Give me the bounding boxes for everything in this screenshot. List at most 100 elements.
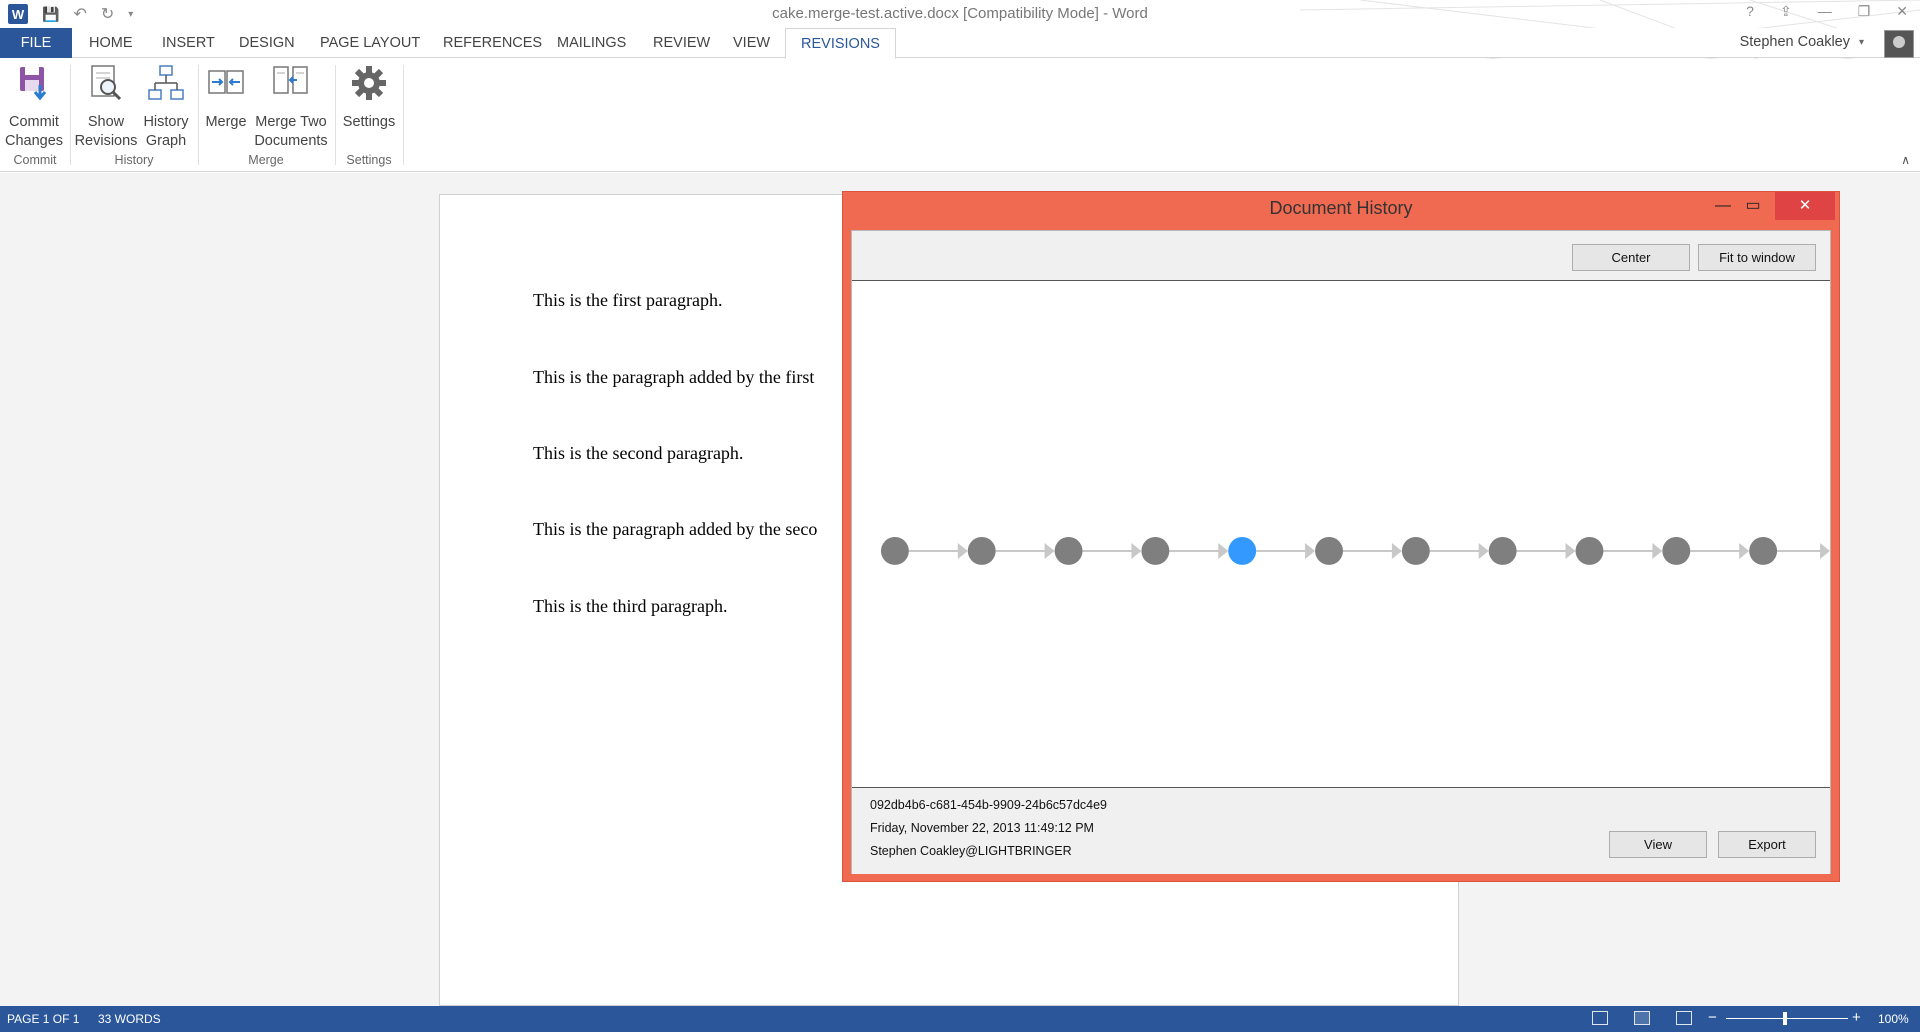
tab-insert[interactable]: INSERT [147,28,230,58]
dialog-footer: 092db4b6-c681-454b-9909-24b6c57dc4e9 Fri… [852,787,1830,874]
history-graph-label-2: Graph [145,133,187,149]
history-edge-arrow [1652,542,1663,559]
history-edge-arrow [1391,542,1402,559]
merge-documents-icon [273,66,308,94]
dialog-title: Document History [1269,198,1413,218]
center-button[interactable]: Center [1572,244,1690,271]
history-node[interactable] [1575,536,1604,565]
status-bar: PAGE 1 OF 1 33 WORDS − + 100% [0,1006,1920,1032]
history-edge-arrow [957,542,968,559]
history-node[interactable] [1662,536,1691,565]
document-paragraph[interactable]: This is the paragraph added by the seco [533,519,817,540]
history-node[interactable] [1141,536,1170,565]
history-edge-arrow [1044,542,1055,559]
zoom-slider-thumb[interactable] [1783,1012,1787,1025]
revision-date: Friday, November 22, 2013 11:49:12 PM [870,821,1094,835]
zoom-slider-track[interactable] [1726,1018,1848,1019]
group-label-merge: Merge [248,153,284,167]
collapse-ribbon-icon[interactable]: ∧ [1901,153,1910,167]
ribbon-display-icon[interactable]: ⇪ [1780,3,1792,20]
history-node-selected[interactable] [1228,536,1257,565]
history-node[interactable] [1749,536,1778,565]
group-separator [198,65,199,165]
merge-two-label-1: Merge Two [255,114,327,130]
tab-file[interactable]: FILE [0,28,72,58]
revision-author: Stephen Coakley@LIGHTBRINGER [870,844,1072,858]
commit-label-1: Commit [9,114,59,130]
ribbon-tabs: FILE HOME INSERT DESIGN PAGE LAYOUT REFE… [0,28,1920,59]
merge-icon [208,70,244,94]
history-edge-arrow [1218,542,1229,559]
tab-mailings[interactable]: MAILINGS [542,28,641,58]
page-count[interactable]: PAGE 1 OF 1 [7,1012,79,1026]
zoom-in-button[interactable]: + [1852,1009,1861,1026]
show-revisions-label-1: Show [87,114,125,130]
view-button[interactable]: View [1609,831,1707,858]
save-commit-icon [20,67,47,101]
document-paragraph[interactable]: This is the third paragraph. [533,596,727,617]
merge-label: Merge [205,114,247,130]
ribbon: Commit Changes Commit Show Revisions His… [0,59,1920,172]
dialog-maximize-button[interactable]: ▭ [1731,192,1775,220]
tab-home[interactable]: HOME [74,28,148,58]
merge-two-label-2: Documents [254,133,328,149]
window-controls: ? ⇪ — ❐ ✕ [1746,3,1908,20]
document-paragraph[interactable]: This is the paragraph added by the first [533,367,814,388]
history-edge-arrow [1739,542,1750,559]
history-node[interactable] [967,536,996,565]
zoom-out-button[interactable]: − [1708,1009,1717,1026]
close-button[interactable]: ✕ [1896,3,1908,20]
word-count[interactable]: 33 WORDS [98,1012,161,1026]
tab-review[interactable]: REVIEW [638,28,725,58]
minimize-button[interactable]: — [1818,3,1832,20]
show-revisions-label-2: Revisions [74,133,138,149]
web-layout-icon[interactable] [1676,1011,1692,1025]
export-button[interactable]: Export [1718,831,1816,858]
read-mode-icon[interactable] [1592,1011,1608,1025]
merge-two-documents-button[interactable]: Merge Two Documents [252,63,330,151]
history-node[interactable] [880,536,909,565]
tab-page-layout[interactable]: PAGE LAYOUT [305,28,435,58]
merge-button[interactable]: Merge [202,63,250,132]
zoom-level[interactable]: 100% [1878,1012,1909,1026]
settings-button[interactable]: Settings [338,63,400,132]
commit-changes-button[interactable]: Commit Changes [4,63,64,151]
fit-to-window-button[interactable]: Fit to window [1698,244,1816,271]
group-separator [70,65,71,165]
title-bar: W 💾 ↶ ↻ ▾ cake.merge-test.active.docx [C… [0,0,1920,60]
print-layout-icon[interactable] [1634,1011,1650,1025]
group-label-settings: Settings [346,153,392,167]
tree-graph-icon [148,65,184,100]
group-separator [403,65,404,165]
tab-view[interactable]: VIEW [718,28,785,58]
history-graph-canvas[interactable] [852,282,1830,786]
restore-button[interactable]: ❐ [1858,3,1871,20]
tab-references[interactable]: REFERENCES [428,28,557,58]
tab-revisions[interactable]: REVISIONS [785,28,896,59]
history-edge-arrow [1478,542,1489,559]
group-label-commit: Commit [13,153,57,167]
settings-label: Settings [342,114,396,130]
revision-id: 092db4b6-c681-454b-9909-24b6c57dc4e9 [870,798,1108,812]
history-node[interactable] [1315,536,1343,565]
show-revisions-button[interactable]: Show Revisions [74,63,138,151]
magnify-document-icon [91,65,122,101]
history-node[interactable] [1488,536,1517,565]
history-edge-arrow [1820,542,1830,559]
tab-design[interactable]: DESIGN [224,28,310,58]
history-node[interactable] [1054,536,1083,565]
document-paragraph[interactable]: This is the first paragraph. [533,290,722,311]
dialog-content: Center Fit to window 092db4b6-c681-454b-… [851,230,1831,874]
help-button[interactable]: ? [1746,3,1754,20]
user-menu-chevron-icon[interactable]: ▾ [1859,37,1864,48]
group-separator [335,65,336,165]
user-name[interactable]: Stephen Coakley [1740,34,1850,50]
gear-icon [352,66,386,100]
dialog-close-button[interactable]: ✕ [1775,192,1835,220]
history-graph-button[interactable]: History Graph [138,63,194,151]
history-graph-label-1: History [143,114,189,130]
history-node[interactable] [1401,536,1430,565]
history-edge-arrow [1131,542,1142,559]
document-paragraph[interactable]: This is the second paragraph. [533,443,743,464]
avatar[interactable] [1884,30,1914,58]
